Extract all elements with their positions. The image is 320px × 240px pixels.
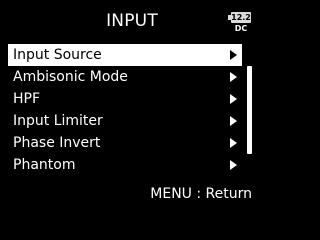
scrollbar[interactable] [247,44,252,176]
page-title: INPUT [106,11,158,31]
screen: INPUT 12.2 DC Input Source Ambisonic Mod… [0,0,264,214]
menu-item-label: Ambisonic Mode [13,69,128,85]
chevron-right-icon [230,138,237,148]
menu-list: Input Source Ambisonic Mode HPF Input Li… [8,44,242,176]
chevron-right-icon [230,72,237,82]
scrollbar-thumb[interactable] [247,66,252,154]
chevron-right-icon [230,94,237,104]
header: INPUT 12.2 DC [0,0,264,40]
battery-voltage: 12.2 [231,13,251,22]
menu-item-input-source[interactable]: Input Source [8,44,242,66]
menu-item-phantom[interactable]: Phantom [8,154,242,176]
menu-item-input-limiter[interactable]: Input Limiter [8,110,242,132]
chevron-right-icon [230,116,237,126]
power-source-label: DC [234,24,248,33]
menu-item-label: Input Limiter [13,113,103,129]
menu-item-label: Phase Invert [13,135,101,151]
menu-item-label: Input Source [13,47,102,63]
menu-item-hpf[interactable]: HPF [8,88,242,110]
menu-item-label: Phantom [13,157,76,173]
chevron-right-icon [230,50,237,60]
battery-icon: 12.2 DC [228,12,254,38]
menu-item-phase-invert[interactable]: Phase Invert [8,132,242,154]
chevron-right-icon [230,160,237,170]
menu-item-ambisonic-mode[interactable]: Ambisonic Mode [8,66,242,88]
menu-return-hint: MENU : Return [150,186,252,202]
menu-item-label: HPF [13,91,41,107]
